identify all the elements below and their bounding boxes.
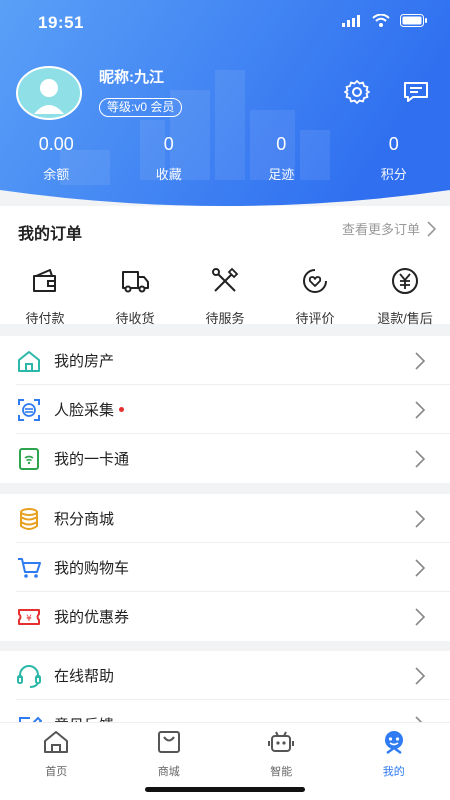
stat-label: 积分 (380, 167, 407, 182)
menu-item-online-help[interactable]: 在线帮助 (16, 651, 450, 700)
stat-value: 0 (276, 134, 287, 154)
coupon-icon: ¥ (18, 609, 40, 625)
menu-group-3: 在线帮助 意见反馈 (0, 651, 450, 722)
message-icon[interactable] (402, 78, 430, 106)
menu-label: 我的房产 (54, 353, 115, 370)
headset-icon (17, 665, 41, 688)
tab-shop[interactable]: 商城 (113, 729, 226, 779)
face-scan-icon (18, 399, 40, 421)
stat-label: 余额 (43, 167, 70, 182)
stat-points[interactable]: 0 积分 (338, 132, 450, 183)
chevron-right-icon (427, 220, 436, 237)
wallet-icon (33, 269, 56, 292)
order-pending-receipt[interactable]: 待收货 (90, 266, 180, 327)
feedback-icon (19, 716, 42, 722)
profile-header: 19:51 昵称:九江 等级:v0 会员 0.00 余额 0 收藏 0 足迹 0… (0, 0, 450, 210)
tab-smart[interactable]: 智能 (225, 729, 338, 779)
stat-balance[interactable]: 0.00 余额 (0, 132, 113, 183)
order-pending-payment[interactable]: 待付款 (0, 266, 90, 327)
status-time: 19:51 (38, 13, 84, 32)
order-label: 退款/售后 (377, 311, 433, 326)
tab-label: 智能 (270, 766, 293, 778)
menu-item-shopping-cart[interactable]: 我的购物车 (16, 543, 450, 592)
chevron-right-icon (415, 352, 426, 370)
tab-label: 首页 (45, 766, 68, 778)
menu-label-text: 人脸采集 (54, 402, 115, 419)
cart-icon (18, 558, 41, 578)
menu-group-1: 我的房产 人脸采集 我的一卡通 (0, 336, 450, 483)
stat-label: 足迹 (268, 167, 295, 182)
menu-item-my-property[interactable]: 我的房产 (16, 336, 450, 385)
house-icon (18, 351, 40, 372)
menu-label: 在线帮助 (54, 668, 115, 685)
menu-label: 我的一卡通 (54, 451, 130, 468)
menu-item-face-capture[interactable]: 人脸采集 (16, 385, 450, 434)
status-bar: 19:51 (0, 0, 450, 44)
menu-group-2: 积分商城 我的购物车 ¥ 我的优惠券 (0, 494, 450, 641)
order-label: 待评价 (295, 311, 335, 326)
order-label: 待服务 (205, 311, 245, 326)
stat-favorites[interactable]: 0 收藏 (113, 132, 226, 183)
order-refund[interactable]: 退款/售后 (360, 266, 450, 327)
menu-item-feedback[interactable]: 意见反馈 (16, 700, 450, 722)
mine-icon (384, 731, 403, 754)
tab-home[interactable]: 首页 (0, 729, 113, 779)
stat-value: 0 (163, 134, 174, 154)
refund-icon (392, 268, 418, 294)
svg-text:¥: ¥ (26, 614, 32, 624)
gear-icon[interactable] (343, 78, 371, 106)
tab-label: 我的 (382, 766, 405, 778)
chevron-right-icon (415, 401, 426, 419)
signal-icon (342, 14, 360, 27)
coins-icon (20, 508, 38, 530)
stat-value: 0.00 (38, 134, 74, 154)
card-icon (19, 448, 39, 470)
robot-icon (268, 731, 295, 752)
menu-label: 我的优惠券 (54, 609, 130, 626)
wifi-icon (372, 14, 390, 27)
order-pending-service[interactable]: 待服务 (180, 266, 270, 327)
member-level-badge: 等级:v0 会员 (99, 98, 183, 117)
chevron-right-icon (415, 667, 426, 685)
stat-label: 收藏 (155, 167, 182, 182)
stats-row: 0.00 余额 0 收藏 0 足迹 0 积分 (0, 132, 450, 183)
tab-label: 商城 (157, 766, 180, 778)
view-more-orders-link[interactable]: 查看更多订单 (342, 219, 436, 238)
menu-item-points-mall[interactable]: 积分商城 (16, 494, 450, 543)
order-label: 待收货 (115, 311, 155, 326)
orders-card: 我的订单 查看更多订单 待付款 待收货 待服务 待评价 退款/售后 (0, 206, 450, 327)
chevron-right-icon (415, 450, 426, 468)
nickname: 昵称:九江 (99, 69, 164, 86)
menu-label: 积分商城 (54, 511, 115, 528)
view-more-orders-label: 查看更多订单 (341, 222, 420, 237)
stat-value: 0 (388, 134, 399, 154)
chevron-right-icon (415, 716, 423, 722)
stat-footprints[interactable]: 0 足迹 (225, 132, 338, 183)
truck-icon (122, 271, 149, 293)
avatar[interactable] (16, 66, 82, 120)
chevron-right-icon (415, 510, 426, 528)
home-icon (44, 731, 69, 753)
menu-label: 我的购物车 (54, 560, 130, 577)
chevron-right-icon (415, 608, 426, 626)
menu-item-smart-card[interactable]: 我的一卡通 (16, 434, 450, 483)
battery-icon (400, 14, 427, 27)
order-pending-review[interactable]: 待评价 (270, 266, 360, 327)
shop-icon (157, 731, 180, 753)
order-label: 待付款 (25, 311, 65, 326)
orders-title: 我的订单 (18, 226, 83, 243)
home-indicator (145, 787, 305, 792)
new-dot-badge (119, 406, 125, 412)
menu-label: 人脸采集 (54, 399, 125, 420)
chevron-right-icon (415, 559, 426, 577)
tab-mine[interactable]: 我的 (338, 729, 450, 779)
menu-label: 意见反馈 (54, 714, 114, 722)
review-icon (303, 269, 327, 293)
menu-item-coupons[interactable]: ¥ 我的优惠券 (16, 592, 450, 641)
tools-icon (212, 267, 239, 292)
